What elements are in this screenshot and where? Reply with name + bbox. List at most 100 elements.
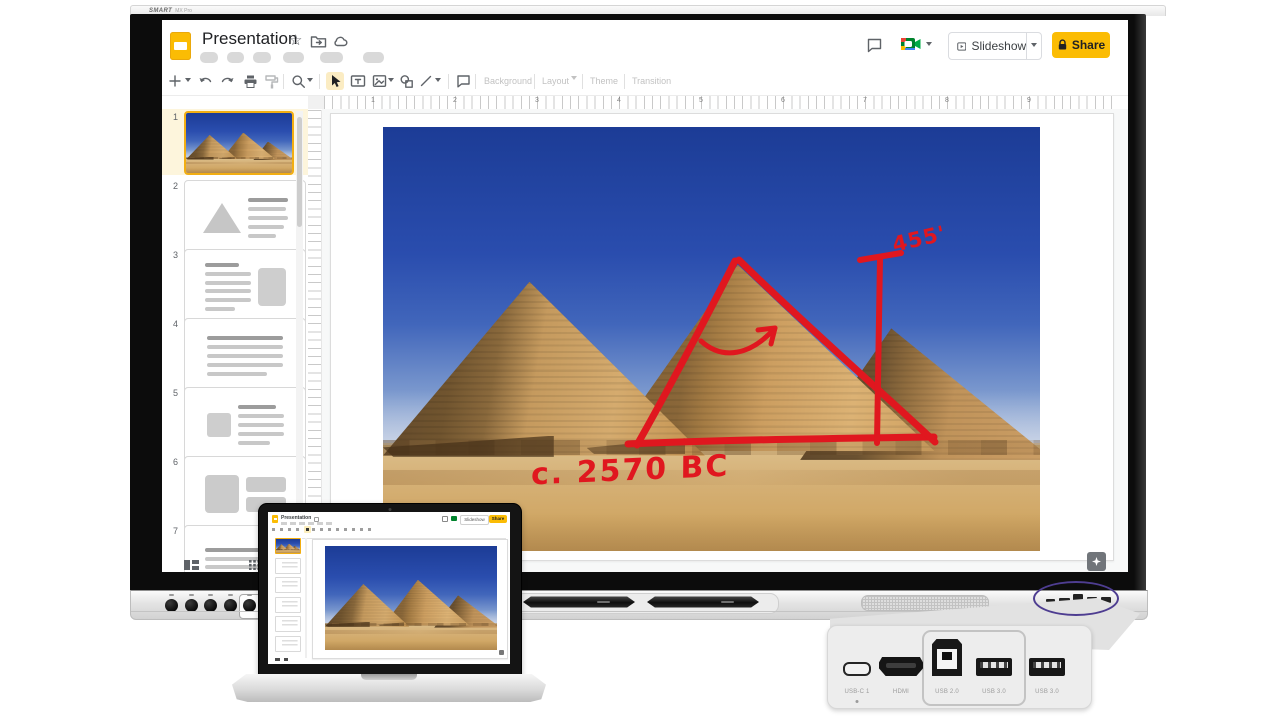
laptop-slides-app-icon[interactable]: [272, 515, 278, 523]
select-tool-button[interactable]: [326, 72, 344, 90]
ruler-number: 4: [617, 97, 621, 104]
move-folder-icon[interactable]: [310, 34, 327, 48]
redo-button[interactable]: [218, 72, 236, 90]
dune-band: [325, 641, 497, 650]
slide-thumbnail-row[interactable]: 2: [162, 178, 308, 244]
slides-app-icon[interactable]: [170, 32, 191, 60]
slide-number: 2: [164, 181, 178, 191]
laptop-slideshow-button[interactable]: Slideshow: [460, 515, 489, 525]
laptop-menu-bar[interactable]: [281, 522, 333, 525]
ruler-number: 7: [863, 97, 867, 104]
layout-button[interactable]: Layout: [542, 76, 577, 86]
slide-thumbnail[interactable]: [184, 318, 306, 394]
laptop-comment-icon[interactable]: [442, 516, 448, 522]
laptop-toolbar[interactable]: [272, 528, 372, 531]
slide-photo-container[interactable]: 455' c. 2570 BC: [383, 127, 1040, 551]
star-icon[interactable]: ☆: [289, 31, 302, 49]
theme-button[interactable]: Theme: [590, 76, 618, 86]
laptop-ink-toggle[interactable]: [499, 650, 504, 655]
placeholder-text-line: [207, 363, 283, 367]
placeholder-text-line: [248, 207, 286, 211]
share-label: Share: [1072, 38, 1105, 52]
layout-label: Layout: [542, 76, 569, 86]
slide-number: 7: [164, 526, 178, 536]
caret-down-icon: [1031, 43, 1037, 50]
ruler-number: 8: [945, 97, 949, 104]
red-ink-annotation: [383, 127, 1040, 551]
laptop-share-button[interactable]: Share: [489, 515, 507, 523]
button-glyph: [208, 594, 213, 596]
print-button[interactable]: [241, 72, 259, 90]
laptop-document-title[interactable]: Presentation: [281, 515, 311, 521]
board-physical-button: [185, 599, 198, 612]
ruler-number: 5: [699, 97, 703, 104]
smart-ink-toggle-button[interactable]: [1087, 552, 1106, 571]
placeholder-text-line: [248, 198, 288, 202]
laptop-slide-thumbnail[interactable]: [275, 616, 301, 632]
ruler-number: 3: [535, 97, 539, 104]
slide-thumbnail[interactable]: [184, 387, 306, 463]
pyramids-photo: [186, 113, 292, 173]
laptop-meet-icon[interactable]: [451, 516, 457, 521]
laptop-hinge: [361, 674, 417, 680]
slide-thumbnail[interactable]: [184, 180, 306, 256]
menu-item-placeholder[interactable]: [363, 52, 384, 63]
slide-thumbnail-row[interactable]: 5: [162, 385, 308, 451]
slideshow-button[interactable]: Slideshow: [948, 32, 1042, 60]
background-button[interactable]: Background: [484, 76, 532, 86]
laptop-slide-thumbnail[interactable]: [275, 558, 301, 574]
laptop-slide-thumbnail[interactable]: [275, 538, 301, 554]
line-caret-icon[interactable]: [433, 72, 443, 90]
laptop-slide-photo[interactable]: [325, 546, 497, 650]
marketing-scene: SMART MX Pro Presentation ☆: [0, 0, 1280, 720]
meet-dropdown-caret-icon[interactable]: [926, 42, 932, 49]
comment-history-icon[interactable]: [866, 37, 883, 54]
horizontal-ruler: 123456789: [324, 96, 1114, 110]
placeholder-text-line: [205, 263, 239, 267]
zoom-caret-icon[interactable]: [305, 72, 315, 90]
dune-band: [186, 168, 292, 173]
laptop-filmstrip-view-icon[interactable]: [275, 658, 280, 661]
paint-format-button[interactable]: [262, 72, 280, 90]
slide-thumbnail-row[interactable]: 3: [162, 247, 308, 313]
laptop-slide-thumbnail[interactable]: [275, 577, 301, 593]
document-title[interactable]: Presentation: [202, 29, 297, 49]
new-slide-button[interactable]: [166, 72, 184, 90]
laptop-slide-thumbnail[interactable]: [275, 636, 301, 652]
board-screen: Presentation ☆ Slidesh: [162, 20, 1128, 572]
usb-c-port: USB-C 1: [834, 632, 880, 704]
filmstrip-view-icon[interactable]: [184, 560, 199, 570]
laptop-slide-thumbnail[interactable]: [275, 597, 301, 613]
menu-item-placeholder[interactable]: [320, 52, 343, 63]
laptop-scrollbar[interactable]: [305, 538, 307, 658]
image-caret-icon[interactable]: [386, 72, 396, 90]
cloud-status-icon[interactable]: [332, 34, 349, 48]
slideshow-dropdown[interactable]: [1026, 33, 1041, 59]
transition-button[interactable]: Transition: [632, 76, 671, 86]
menu-item-placeholder[interactable]: [200, 52, 218, 63]
new-slide-caret-icon[interactable]: [183, 72, 193, 90]
menu-item-placeholder[interactable]: [283, 52, 304, 63]
slide-thumbnail-row[interactable]: 1: [162, 109, 308, 175]
laptop-select-tool[interactable]: [304, 526, 311, 533]
slide-thumbnail[interactable]: [184, 249, 306, 325]
shape-tool-button[interactable]: [397, 72, 415, 90]
menu-item-placeholder[interactable]: [227, 52, 244, 63]
share-button[interactable]: Share: [1052, 32, 1110, 58]
insert-comment-button[interactable]: [454, 72, 472, 90]
slide-number: 1: [164, 112, 178, 122]
placeholder-text-line: [207, 354, 283, 358]
laptop-grid-view-icon[interactable]: [284, 658, 288, 661]
menu-item-placeholder[interactable]: [253, 52, 271, 63]
placeholder-text-line: [205, 272, 251, 276]
placeholder-text-line: [238, 414, 284, 418]
meet-icon[interactable]: [900, 36, 922, 52]
ruler-number: 6: [781, 97, 785, 104]
slide-thumbnail[interactable]: [184, 111, 294, 175]
undo-button[interactable]: [196, 72, 214, 90]
slide-thumbnail-row[interactable]: 4: [162, 316, 308, 382]
placeholder-text-line: [207, 336, 283, 340]
port-label: USB 2.0: [924, 689, 970, 695]
textbox-tool-button[interactable]: [349, 72, 367, 90]
usb-b-port-icon: [932, 639, 962, 676]
